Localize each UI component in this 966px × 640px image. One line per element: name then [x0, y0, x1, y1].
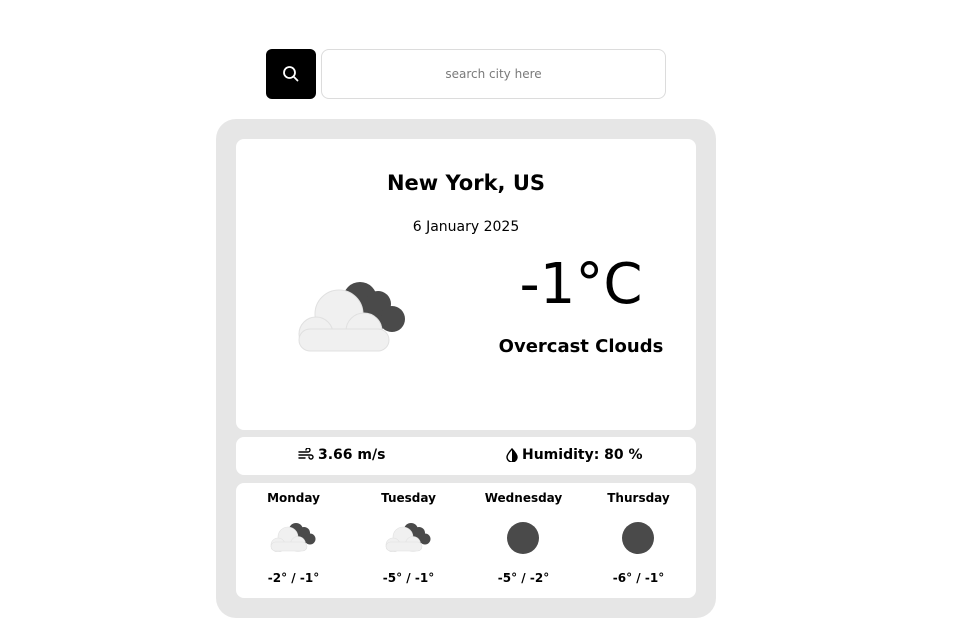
- forecast-temp-range: -6° / -1°: [612, 571, 665, 585]
- forecast-temp-range: -5° / -2°: [497, 571, 550, 585]
- search-input[interactable]: [321, 49, 666, 99]
- forecast-temp-range: -5° / -1°: [382, 571, 435, 585]
- weather-card: New York, US 6 January 2025 -1°C Overcas: [216, 119, 716, 618]
- overcast-clouds-icon: [384, 520, 432, 556]
- search-bar: [266, 49, 666, 99]
- overcast-clouds-icon: [294, 279, 409, 358]
- forecast-panel: Monday -2° / -1° Tuesday -5° / -1° Wedne…: [236, 483, 696, 598]
- current-temperature: -1°C: [519, 252, 643, 317]
- wind-stat: 3.66 m/s: [298, 447, 385, 463]
- weather-description: Overcast Clouds: [498, 336, 664, 357]
- forecast-day-name: Tuesday: [381, 491, 436, 505]
- wind-value: 3.66 m/s: [318, 447, 386, 463]
- forecast-day-name: Thursday: [607, 491, 670, 505]
- forecast-day-name: Monday: [267, 491, 320, 505]
- forecast-day: Monday -2° / -1°: [236, 483, 351, 598]
- forecast-day: Wednesday -5° / -2°: [466, 483, 581, 598]
- dark-circle-icon: [499, 520, 547, 558]
- dark-circle-icon: [614, 520, 662, 558]
- humidity-value: Humidity: 80 %: [522, 447, 643, 463]
- overcast-clouds-icon: [269, 520, 317, 556]
- city-name: New York, US: [386, 171, 546, 195]
- current-date: 6 January 2025: [412, 219, 520, 235]
- humidity-icon: [506, 448, 518, 462]
- humidity-stat: Humidity: 80 %: [506, 447, 643, 463]
- forecast-day-name: Wednesday: [484, 491, 563, 505]
- wind-icon: [298, 448, 314, 460]
- forecast-day: Thursday -6° / -1°: [581, 483, 696, 598]
- current-weather-panel: New York, US 6 January 2025 -1°C Overcas: [236, 139, 696, 430]
- search-button[interactable]: [266, 49, 316, 99]
- forecast-day: Tuesday -5° / -1°: [351, 483, 466, 598]
- stats-panel: 3.66 m/s Humidity: 80 %: [236, 437, 696, 475]
- forecast-temp-range: -2° / -1°: [267, 571, 320, 585]
- search-icon: [283, 66, 299, 82]
